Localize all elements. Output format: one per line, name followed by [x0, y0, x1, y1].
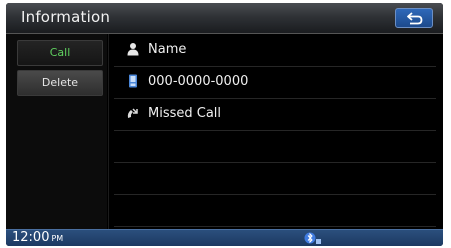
missed-call-icon: [127, 108, 138, 118]
call-button[interactable]: Call: [17, 40, 103, 66]
clock-ampm: PM: [51, 234, 64, 243]
status-bar: 12:00 PM: [6, 229, 443, 246]
detail-list: Name 000-0000-0000 Missed Call: [114, 34, 436, 229]
screen: Information Call Delete Name 000-0000-00…: [6, 3, 443, 246]
sidebar: Call Delete: [6, 34, 107, 229]
detail-row-empty: [114, 194, 436, 227]
mobile-phone-icon: [129, 74, 137, 88]
back-button[interactable]: [395, 8, 433, 28]
call-type: Missed Call: [148, 106, 222, 121]
delete-button[interactable]: Delete: [17, 70, 103, 96]
person-icon: [127, 43, 139, 56]
phone-number: 000-0000-0000: [148, 74, 249, 89]
clock-time: 12:00: [12, 230, 50, 245]
sidebar-divider: [108, 34, 109, 229]
detail-row-call-type: Missed Call: [114, 98, 436, 131]
contact-name: Name: [148, 42, 187, 57]
detail-row-empty: [114, 162, 436, 195]
detail-row-empty: [114, 130, 436, 163]
header-bar: Information: [6, 3, 443, 34]
bluetooth-phone-icon: [304, 232, 321, 244]
back-arrow-icon: [407, 12, 423, 25]
clock: 12:00 PM: [12, 230, 63, 245]
page-title: Information: [21, 8, 111, 26]
detail-row-name: Name: [114, 34, 436, 67]
detail-row-number: 000-0000-0000: [114, 66, 436, 99]
